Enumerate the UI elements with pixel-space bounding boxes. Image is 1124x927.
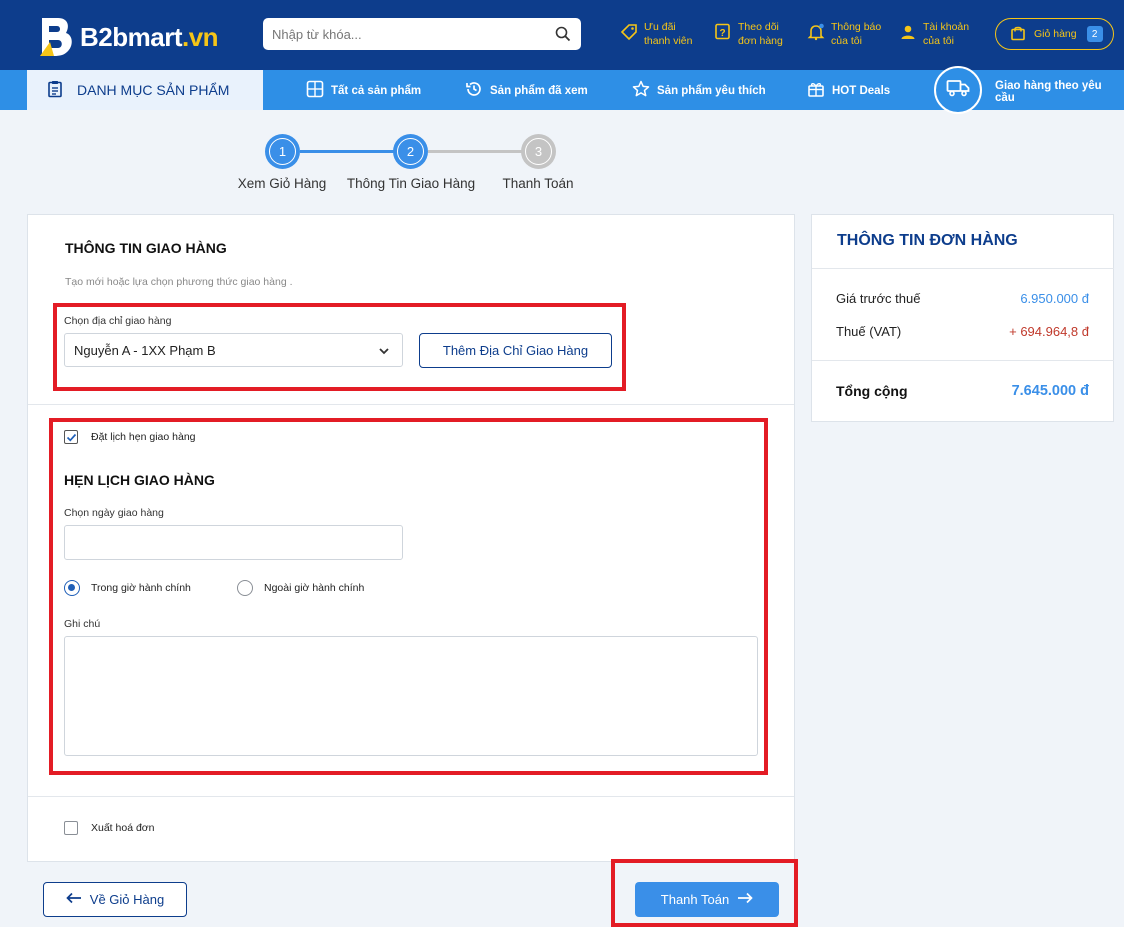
category-menu-button[interactable]: DANH MỤC SẢN PHẨM (27, 70, 263, 110)
invoice-checkbox[interactable] (64, 821, 78, 835)
step-2-label: Thông Tin Giao Hàng (346, 176, 476, 191)
vat-label: Thuế (VAT) (836, 324, 902, 339)
back-to-cart-button[interactable]: Về Giỏ Hàng (43, 882, 187, 917)
highlight-box-checkout (611, 859, 798, 927)
search-bar (263, 18, 581, 50)
cart-button[interactable]: Giỏ hàng 2 (995, 18, 1114, 50)
step-1-label: Xem Giỏ Hàng (237, 176, 327, 191)
logo[interactable]: B2bmart.vn (40, 16, 219, 58)
shipping-subtitle: Tạo mới hoặc lựa chọn phương thức giao h… (65, 276, 293, 288)
bell-icon (807, 23, 825, 45)
notifications-link[interactable]: Thông báo của tôi (807, 20, 881, 48)
section-divider (28, 404, 794, 405)
step-1-circle: 1 (265, 134, 300, 169)
order-summary-title: THÔNG TIN ĐƠN HÀNG (837, 232, 1018, 249)
highlight-box-schedule (49, 418, 768, 775)
nav-delivery-on-demand[interactable]: Giao hàng theo yêu cầu (995, 80, 1124, 104)
nav-viewed-products[interactable]: Sản phẩm đã xem (465, 80, 588, 101)
nav-all-products[interactable]: Tất cả sản phẩm (306, 80, 421, 101)
summary-divider (812, 268, 1114, 269)
member-deals-link[interactable]: Ưu đãi thanh viên (620, 20, 692, 48)
tag-icon (620, 23, 638, 45)
total-value: 7.645.000 đ (1011, 383, 1089, 399)
step-3-circle: 3 (521, 134, 556, 169)
category-menu-label: DANH MỤC SẢN PHẨM (77, 82, 230, 98)
invoice-checkbox-label: Xuất hoá đơn (91, 822, 155, 834)
cart-count-badge: 2 (1086, 26, 1103, 42)
delivery-request-button[interactable] (934, 66, 982, 114)
shipping-title: THÔNG TIN GIAO HÀNG (65, 240, 227, 256)
highlight-box-address (53, 303, 626, 391)
gift-icon (807, 80, 825, 101)
svg-text:?: ? (719, 28, 725, 39)
pretax-value: 6.950.000 đ (1020, 291, 1089, 306)
user-icon (899, 23, 917, 45)
logo-text: B2bmart.vn (80, 21, 219, 52)
search-input[interactable] (263, 18, 533, 50)
clipboard-list-icon (47, 80, 63, 101)
total-label: Tổng cộng (836, 383, 908, 399)
order-help-icon: ? (714, 23, 732, 45)
section-divider (28, 796, 794, 797)
search-icon[interactable] (555, 26, 571, 47)
account-link[interactable]: Tài khoản của tôi (899, 20, 969, 48)
logo-b-icon (40, 16, 74, 58)
history-icon (465, 80, 483, 101)
nav-favorite-products[interactable]: Sản phẩm yêu thích (632, 80, 766, 101)
star-icon (632, 80, 650, 101)
grid-plus-icon (306, 80, 324, 101)
summary-divider (812, 360, 1114, 361)
vat-value: + 694.964,8 đ (1009, 324, 1089, 339)
shopping-bag-icon (1010, 25, 1026, 44)
nav-hot-deals[interactable]: HOT Deals (807, 80, 890, 101)
pretax-label: Giá trước thuế (836, 291, 921, 306)
track-order-link[interactable]: ? Theo dõi đơn hàng (714, 20, 783, 48)
step-3-label: Thanh Toán (502, 176, 574, 191)
truck-icon (946, 78, 970, 103)
step-2-circle: 2 (393, 134, 428, 169)
arrow-left-icon (66, 892, 82, 907)
cart-label: Giỏ hàng (1034, 28, 1077, 40)
